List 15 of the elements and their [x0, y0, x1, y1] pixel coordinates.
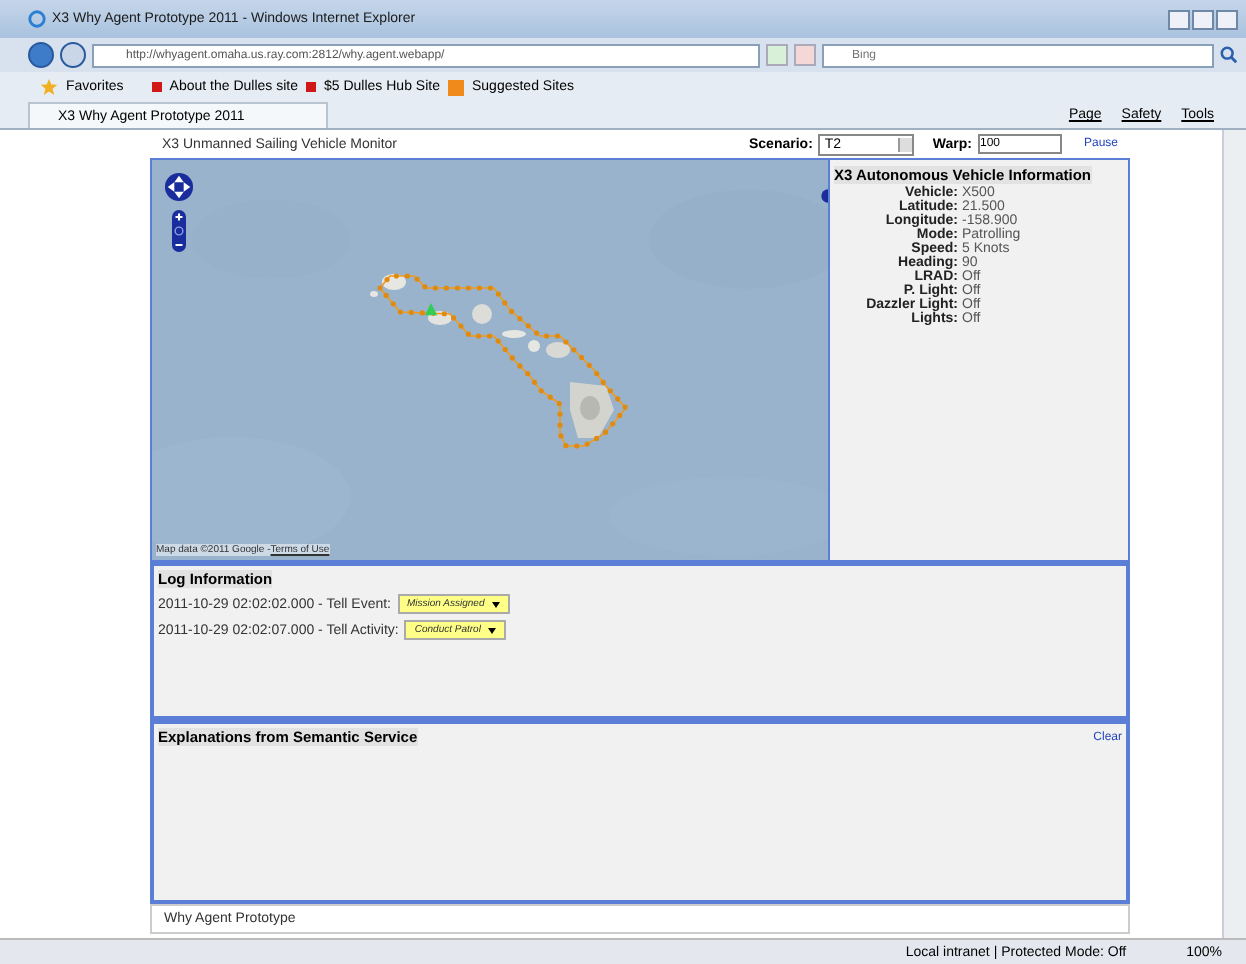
forward-button[interactable]	[60, 42, 86, 68]
link-icon	[151, 82, 162, 92]
minimize-button[interactable]	[1168, 9, 1190, 29]
pan-control-icon[interactable]	[164, 172, 194, 202]
expand-icon[interactable]	[818, 188, 828, 204]
maximize-button[interactable]	[1192, 9, 1214, 29]
search-icon[interactable]	[1220, 46, 1238, 64]
back-button[interactable]	[28, 42, 54, 68]
close-button[interactable]	[1216, 9, 1238, 29]
vessel-icon	[424, 302, 438, 316]
link-icon	[306, 82, 316, 92]
zoom-control-icon[interactable]	[172, 210, 186, 252]
link-icon	[447, 79, 464, 95]
browser-icon	[28, 10, 46, 28]
star-icon	[40, 78, 58, 96]
